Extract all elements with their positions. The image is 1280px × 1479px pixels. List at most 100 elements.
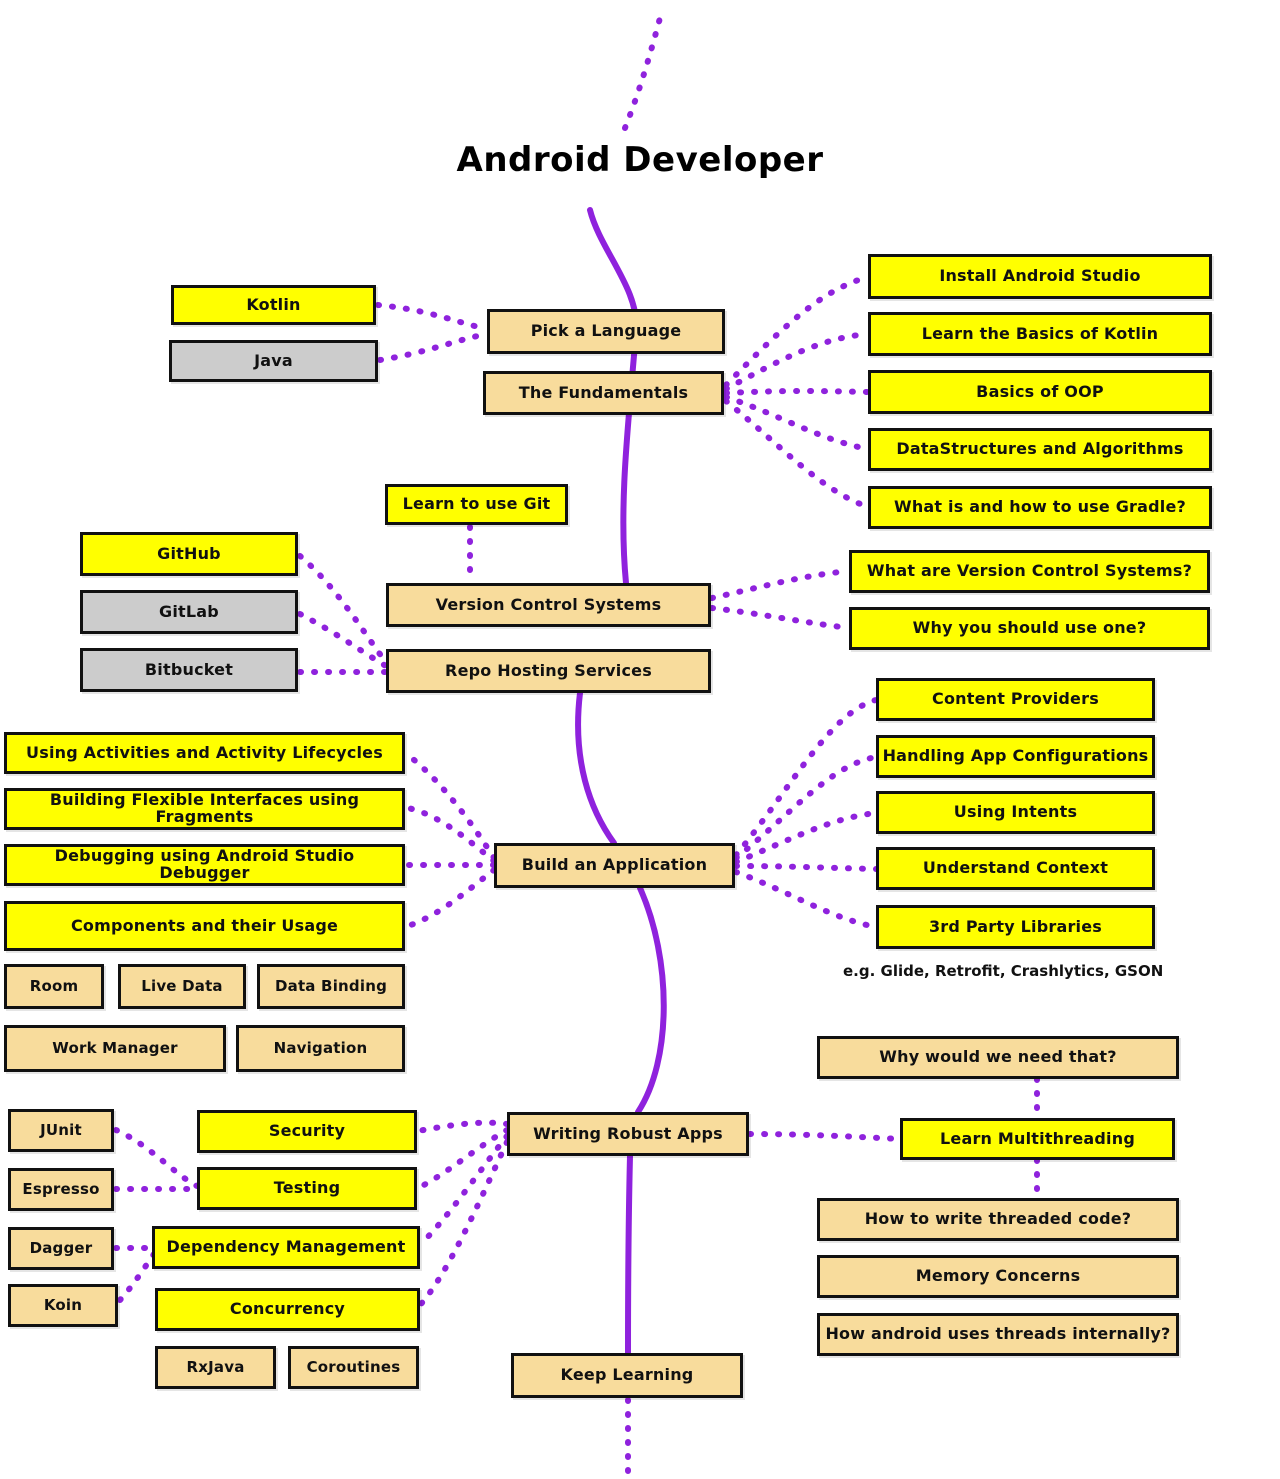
- node-label: Install Android Studio: [939, 266, 1141, 286]
- node-rxjava[interactable]: RxJava: [155, 1346, 276, 1389]
- node-label: Why you should use one?: [912, 618, 1147, 638]
- node-dagger[interactable]: Dagger: [8, 1227, 114, 1270]
- node-bitbucket[interactable]: Bitbucket: [80, 648, 298, 692]
- node-label: Learn to use Git: [402, 494, 551, 514]
- node-label: Why would we need that?: [879, 1047, 1117, 1067]
- node-fundamentals[interactable]: The Fundamentals: [483, 371, 724, 415]
- wire-robust-concurrency: [418, 1139, 510, 1307]
- node-memory[interactable]: Memory Concerns: [817, 1255, 1179, 1298]
- spine-seg-build-robust: [635, 885, 667, 1115]
- node-label: DataStructures and Algorithms: [896, 439, 1184, 459]
- node-navigation[interactable]: Navigation: [236, 1025, 405, 1072]
- wire-robust-testing: [415, 1127, 510, 1191]
- node-label: What are Version Control Systems?: [866, 561, 1193, 581]
- node-label: How to write threaded code?: [864, 1209, 1132, 1229]
- node-content-prov[interactable]: Content Providers: [876, 678, 1155, 721]
- wire-vcs-why: [709, 605, 852, 631]
- node-java[interactable]: Java: [169, 340, 378, 382]
- node-work-manager[interactable]: Work Manager: [4, 1025, 226, 1072]
- node-label: Building Flexible Interfaces using Fragm…: [49, 790, 360, 826]
- node-robust-apps[interactable]: Writing Robust Apps: [507, 1112, 749, 1156]
- node-threaded-code[interactable]: How to write threaded code?: [817, 1198, 1179, 1241]
- wire-build-context: [733, 863, 879, 872]
- node-gradle[interactable]: What is and how to use Gradle?: [868, 486, 1212, 529]
- node-label: Espresso: [22, 1179, 100, 1198]
- wire-fund-install: [723, 274, 871, 388]
- node-label: The Fundamentals: [518, 382, 689, 402]
- node-third-party[interactable]: 3rd Party Libraries: [876, 905, 1155, 949]
- node-multithreading[interactable]: Learn Multithreading: [900, 1118, 1175, 1160]
- node-testing[interactable]: Testing: [197, 1167, 417, 1210]
- node-label: RxJava: [186, 1357, 245, 1376]
- node-label: Debugging using Android Studio Debugger: [54, 846, 355, 882]
- node-basics-kotlin[interactable]: Learn the Basics of Kotlin: [868, 312, 1212, 356]
- node-gitlab[interactable]: GitLab: [80, 590, 298, 634]
- node-concurrency[interactable]: Concurrency: [155, 1288, 420, 1331]
- node-label: Repo Hosting Services: [445, 660, 652, 680]
- wire-junit-testing: [113, 1127, 200, 1189]
- node-fragments[interactable]: Building Flexible Interfaces using Fragm…: [4, 788, 405, 830]
- node-label: Memory Concerns: [915, 1266, 1081, 1286]
- wire-vcs-what: [709, 568, 852, 601]
- node-keep-learning[interactable]: Keep Learning: [511, 1353, 743, 1398]
- node-activities[interactable]: Using Activities and Activity Lifecycles: [4, 732, 405, 774]
- spine-seg-robust-keep: [625, 1153, 633, 1356]
- wire-kotlin-pick: [375, 302, 490, 332]
- node-label: Handling App Configurations: [882, 746, 1149, 766]
- node-build-app[interactable]: Build an Application: [494, 843, 735, 888]
- node-vcs[interactable]: Version Control Systems: [386, 583, 711, 627]
- node-room[interactable]: Room: [4, 964, 104, 1009]
- wire-koin-depmgmt: [117, 1251, 157, 1303]
- node-label: 3rd Party Libraries: [928, 916, 1103, 936]
- node-github[interactable]: GitHub: [80, 532, 298, 576]
- third-party-examples-note: e.g. Glide, Retrofit, Crashlytics, GSON: [843, 962, 1164, 980]
- node-threads-intern[interactable]: How android uses threads internally?: [817, 1313, 1179, 1356]
- node-label: Bitbucket: [144, 659, 234, 679]
- node-components[interactable]: Components and their Usage: [4, 901, 405, 951]
- node-label: Learn the Basics of Kotlin: [921, 323, 1159, 343]
- node-why-vcs[interactable]: Why you should use one?: [849, 607, 1210, 650]
- node-data-binding[interactable]: Data Binding: [257, 964, 405, 1009]
- wire-build-activities: [405, 752, 497, 861]
- node-label: Koin: [43, 1295, 83, 1314]
- node-koin[interactable]: Koin: [8, 1284, 118, 1327]
- node-what-vcs[interactable]: What are Version Control Systems?: [849, 550, 1210, 593]
- node-coroutines[interactable]: Coroutines: [288, 1346, 419, 1389]
- node-kotlin[interactable]: Kotlin: [171, 285, 376, 325]
- wire-robust-security: [415, 1119, 510, 1134]
- node-basics-oop[interactable]: Basics of OOP: [868, 370, 1212, 414]
- wire-build-content: [733, 697, 879, 858]
- node-install-studio[interactable]: Install Android Studio: [868, 254, 1212, 299]
- node-debugging[interactable]: Debugging using Android Studio Debugger: [4, 844, 405, 886]
- node-intents[interactable]: Using Intents: [876, 791, 1155, 834]
- node-dep-mgmt[interactable]: Dependency Management: [152, 1226, 420, 1269]
- wire-build-components: [405, 867, 497, 929]
- node-label: Dagger: [29, 1238, 93, 1257]
- node-label: Components and their Usage: [70, 915, 339, 935]
- node-label: How android uses threads internally?: [825, 1324, 1171, 1344]
- wire-gitlab-repo: [297, 611, 389, 669]
- wire-fund-dsa: [723, 394, 871, 452]
- node-label: Content Providers: [932, 689, 1099, 709]
- node-live-data[interactable]: Live Data: [118, 964, 246, 1009]
- node-label: Build an Application: [521, 855, 708, 875]
- node-label: GitHub: [157, 543, 221, 563]
- node-repo-hosting[interactable]: Repo Hosting Services: [386, 649, 711, 693]
- roadmap-canvas: .spine{fill:none;stroke:#8f22dd;stroke-w…: [0, 0, 1280, 1479]
- node-app-config[interactable]: Handling App Configurations: [876, 735, 1155, 778]
- node-label: Concurrency: [229, 1299, 346, 1319]
- wire-fund-gradle: [723, 398, 871, 510]
- node-why-need[interactable]: Why would we need that?: [817, 1036, 1179, 1079]
- node-label: Navigation: [273, 1038, 368, 1057]
- spine-top-tail: [622, 15, 663, 131]
- node-dsa[interactable]: DataStructures and Algorithms: [868, 428, 1212, 471]
- node-security[interactable]: Security: [197, 1110, 417, 1153]
- node-label: Java: [254, 350, 293, 370]
- node-pick-language[interactable]: Pick a Language: [487, 309, 725, 354]
- node-espresso[interactable]: Espresso: [8, 1168, 114, 1211]
- page-title: Android Developer: [456, 140, 824, 180]
- node-junit[interactable]: JUnit: [8, 1109, 114, 1152]
- node-context[interactable]: Understand Context: [876, 847, 1155, 890]
- node-label: Kotlin: [246, 294, 301, 314]
- node-learn-git[interactable]: Learn to use Git: [385, 484, 568, 525]
